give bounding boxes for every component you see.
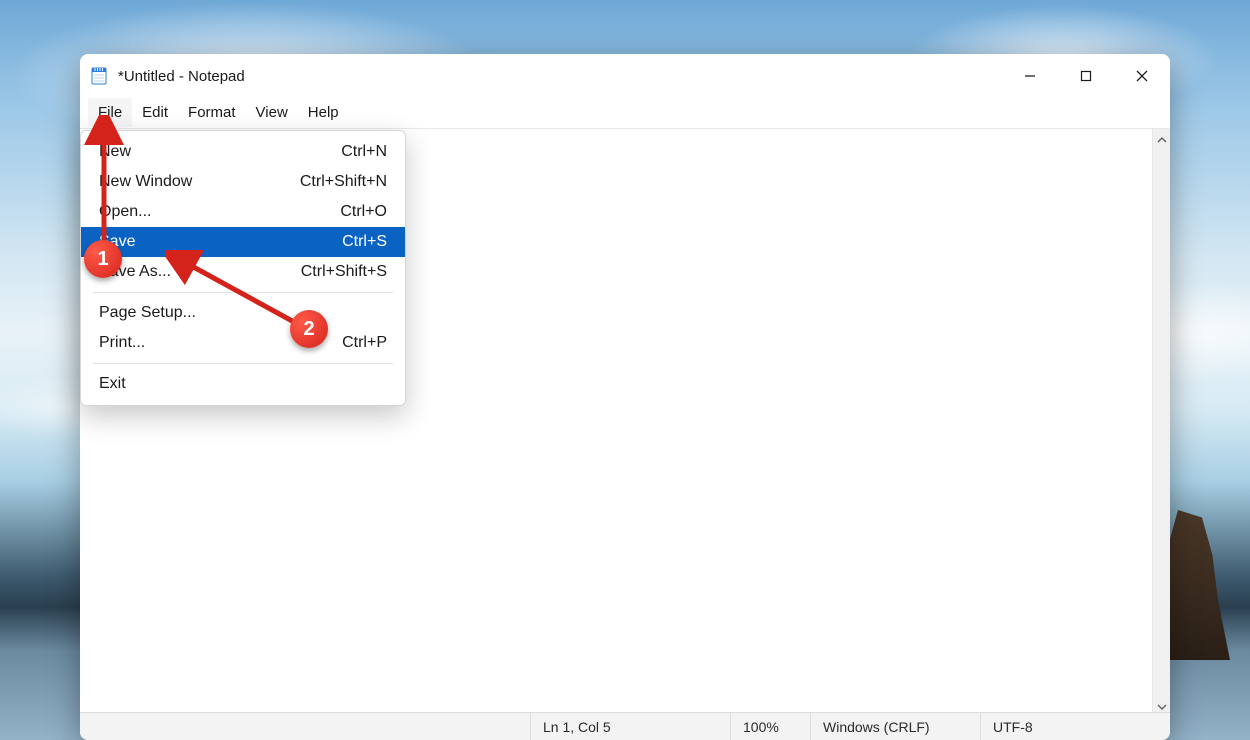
scroll-up-icon[interactable] bbox=[1157, 132, 1167, 142]
status-position: Ln 1, Col 5 bbox=[530, 713, 730, 740]
menuitem-label: Print... bbox=[99, 334, 145, 352]
menuitem-shortcut: Ctrl+S bbox=[342, 233, 387, 251]
annotation-arrow-1 bbox=[84, 115, 124, 255]
menuitem-shortcut: Ctrl+Shift+N bbox=[300, 173, 387, 191]
close-button[interactable] bbox=[1114, 54, 1170, 98]
menuitem-new[interactable]: New Ctrl+N bbox=[81, 137, 405, 167]
titlebar[interactable]: *Untitled - Notepad bbox=[80, 54, 1170, 98]
menuitem-shortcut: Ctrl+N bbox=[341, 143, 387, 161]
window-controls bbox=[1002, 54, 1170, 98]
minimize-button[interactable] bbox=[1002, 54, 1058, 98]
menu-view[interactable]: View bbox=[246, 98, 298, 127]
menu-help[interactable]: Help bbox=[298, 98, 349, 127]
menuitem-label: Exit bbox=[99, 375, 126, 393]
menuitem-shortcut: Ctrl+P bbox=[342, 334, 387, 352]
menu-edit[interactable]: Edit bbox=[132, 98, 178, 127]
window-title: *Untitled - Notepad bbox=[118, 68, 1002, 85]
menuitem-new-window[interactable]: New Window Ctrl+Shift+N bbox=[81, 167, 405, 197]
vertical-scrollbar[interactable] bbox=[1152, 129, 1170, 712]
menubar: File Edit Format View Help bbox=[80, 98, 1170, 128]
menuitem-exit[interactable]: Exit bbox=[81, 369, 405, 399]
status-spacer bbox=[80, 713, 530, 740]
menuitem-shortcut: Ctrl+O bbox=[340, 203, 387, 221]
maximize-button[interactable] bbox=[1058, 54, 1114, 98]
menuitem-open[interactable]: Open... Ctrl+O bbox=[81, 197, 405, 227]
status-encoding: UTF-8 bbox=[980, 713, 1170, 740]
menu-separator bbox=[93, 363, 393, 364]
annotation-badge-2: 2 bbox=[290, 310, 328, 348]
notepad-icon bbox=[90, 67, 108, 85]
status-zoom: 100% bbox=[730, 713, 810, 740]
status-line-ending: Windows (CRLF) bbox=[810, 713, 980, 740]
scroll-down-icon[interactable] bbox=[1157, 699, 1167, 709]
menu-format[interactable]: Format bbox=[178, 98, 246, 127]
statusbar: Ln 1, Col 5 100% Windows (CRLF) UTF-8 bbox=[80, 712, 1170, 740]
annotation-badge-1: 1 bbox=[84, 240, 122, 278]
